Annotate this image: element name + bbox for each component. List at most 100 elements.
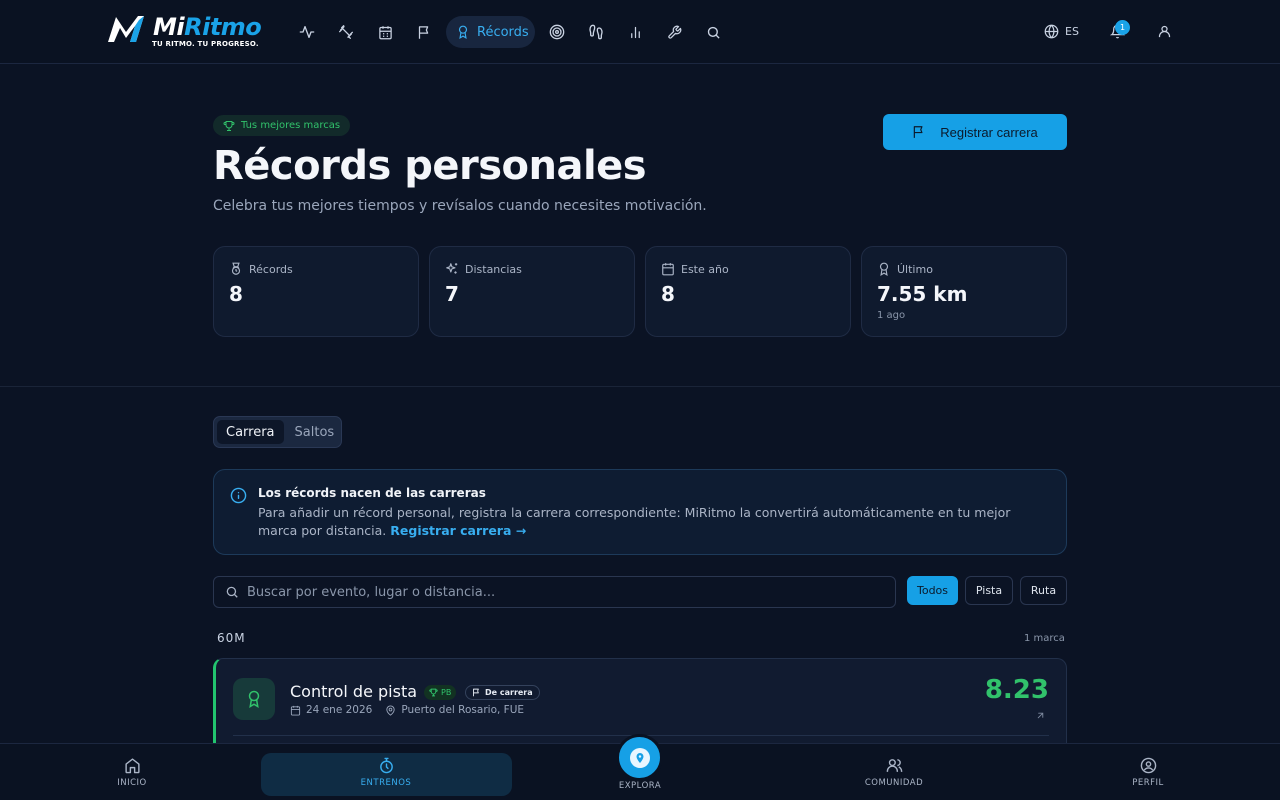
toggle-carrera[interactable]: Carrera bbox=[217, 420, 284, 444]
source-badge-label: De carrera bbox=[485, 688, 533, 697]
medal-icon bbox=[231, 262, 241, 275]
stat-value: 7 bbox=[445, 282, 459, 306]
bottom-nav-training-label: ENTRENOS bbox=[360, 778, 412, 788]
language-selector[interactable]: ES bbox=[1044, 24, 1079, 39]
calendar-icon bbox=[378, 25, 392, 39]
stat-value: 8 bbox=[661, 282, 675, 306]
pb-badge-label: PB bbox=[441, 688, 452, 697]
nav-workouts[interactable] bbox=[331, 17, 361, 47]
account-button[interactable] bbox=[1157, 24, 1172, 39]
stat-sub: 1 ago bbox=[877, 310, 906, 321]
award-icon bbox=[248, 690, 260, 708]
bottom-nav-profile[interactable]: PERFIL bbox=[1098, 757, 1198, 788]
nav-races[interactable] bbox=[409, 17, 439, 47]
page-title: Récords personales bbox=[213, 143, 647, 189]
map-pin-icon bbox=[636, 752, 643, 763]
section-chip: Tus mejores marcas bbox=[213, 115, 351, 136]
stat-label: Récords bbox=[249, 262, 293, 276]
calendar-icon bbox=[290, 705, 301, 716]
target-icon bbox=[549, 24, 565, 40]
brand-tagline: TU RITMO. TU PROGRESO. bbox=[152, 40, 259, 48]
explore-fab[interactable] bbox=[616, 734, 663, 781]
record-title: Control de pista bbox=[290, 682, 418, 701]
stat-head: Distancias bbox=[445, 262, 619, 276]
stat-label: Último bbox=[897, 262, 933, 276]
stat-value: 8 bbox=[229, 282, 243, 306]
nav-goals[interactable] bbox=[542, 17, 572, 47]
info-icon bbox=[230, 487, 247, 504]
home-icon bbox=[124, 758, 140, 774]
activity-icon bbox=[299, 26, 315, 38]
search-input[interactable] bbox=[247, 584, 895, 600]
trophy-icon bbox=[429, 688, 438, 697]
info-callout: Los récords nacen de las carreras Para a… bbox=[213, 469, 1067, 555]
info-title: Los récords nacen de las carreras bbox=[258, 486, 486, 500]
discipline-toggle: Carrera Saltos bbox=[213, 416, 342, 448]
bottom-nav-home[interactable]: INICIO bbox=[82, 757, 182, 788]
info-body: Para añadir un récord personal, registra… bbox=[258, 505, 1011, 538]
pb-badge: PB bbox=[424, 685, 457, 700]
map-pin-icon bbox=[386, 704, 395, 716]
explore-fab-inner bbox=[629, 747, 650, 768]
bar-chart-icon bbox=[630, 26, 640, 38]
flag-icon bbox=[418, 25, 428, 39]
nav-search[interactable] bbox=[698, 17, 728, 47]
section-chip-label: Tus mejores marcas bbox=[241, 120, 341, 131]
trophy-icon bbox=[223, 120, 235, 131]
user-circle-icon bbox=[1140, 757, 1156, 774]
nav-stats[interactable] bbox=[620, 17, 650, 47]
user-icon bbox=[1158, 25, 1171, 38]
distance-group-label: 60M bbox=[217, 631, 246, 645]
brand-logo[interactable]: MiRitmo TU RITMO. TU PROGRESO. bbox=[106, 12, 266, 52]
search-icon bbox=[707, 26, 720, 39]
notification-count-badge: 1 bbox=[1115, 20, 1130, 35]
register-race-label: Registrar carrera bbox=[940, 124, 1038, 140]
stat-card-latest: Último 7.55 km 1 ago bbox=[861, 246, 1067, 337]
filter-road[interactable]: Ruta bbox=[1020, 576, 1067, 605]
stat-head: Récords bbox=[229, 262, 403, 276]
record-place: Puerto del Rosario, FUE bbox=[401, 704, 525, 716]
nav-tools[interactable] bbox=[659, 17, 689, 47]
page-subtitle: Celebra tus mejores tiempos y revísalos … bbox=[213, 198, 707, 214]
nav-calendar[interactable] bbox=[370, 17, 400, 47]
wrench-icon bbox=[667, 25, 681, 39]
toggle-saltos[interactable]: Saltos bbox=[286, 420, 344, 444]
stat-head: Último bbox=[877, 262, 1051, 276]
nav-records-label: Récords bbox=[477, 24, 529, 40]
nav-activity[interactable] bbox=[292, 17, 322, 47]
logo-mark-icon bbox=[108, 16, 144, 42]
hero-section bbox=[0, 65, 1280, 387]
stat-label: Este año bbox=[681, 262, 729, 276]
sparkles-icon bbox=[446, 263, 458, 274]
record-value: 8.23 bbox=[984, 675, 1049, 705]
register-race-link[interactable]: Registrar carrera → bbox=[390, 523, 526, 538]
stat-value: 7.55 km bbox=[877, 282, 968, 306]
record-date: 24 ene 2026 bbox=[306, 704, 373, 716]
search-box bbox=[213, 576, 896, 608]
nav-shoes[interactable] bbox=[581, 17, 611, 47]
nav-records-active[interactable]: Récords bbox=[446, 16, 535, 48]
stat-card-this-year: Este año 8 bbox=[645, 246, 851, 337]
arrow-up-right-icon[interactable] bbox=[1035, 710, 1046, 721]
brand-name: MiRitmo bbox=[153, 13, 262, 41]
bottom-nav-community[interactable]: COMUNIDAD bbox=[844, 757, 944, 788]
language-code: ES bbox=[1065, 25, 1079, 38]
calendar-icon bbox=[662, 263, 674, 276]
register-race-button[interactable]: Registrar carrera bbox=[883, 114, 1067, 150]
source-badge: De carrera bbox=[465, 685, 540, 700]
award-icon bbox=[458, 25, 468, 39]
explore-fab-label: EXPLORA bbox=[618, 781, 662, 791]
dumbbell-icon bbox=[339, 25, 353, 39]
filter-track[interactable]: Pista bbox=[965, 576, 1013, 605]
top-bar: MiRitmo TU RITMO. TU PROGRESO. Récords E… bbox=[0, 0, 1280, 64]
filter-all[interactable]: Todos bbox=[907, 576, 958, 605]
search-icon bbox=[226, 586, 238, 598]
stat-label: Distancias bbox=[465, 262, 522, 276]
bottom-nav-home-label: INICIO bbox=[117, 778, 147, 788]
flag-icon bbox=[473, 688, 479, 697]
bottom-nav-training[interactable]: ENTRENOS bbox=[336, 757, 436, 788]
stat-card-records: Récords 8 bbox=[213, 246, 419, 337]
stopwatch-icon bbox=[379, 757, 393, 774]
bottom-nav-profile-label: PERFIL bbox=[1132, 778, 1164, 788]
flag-icon bbox=[913, 126, 923, 138]
